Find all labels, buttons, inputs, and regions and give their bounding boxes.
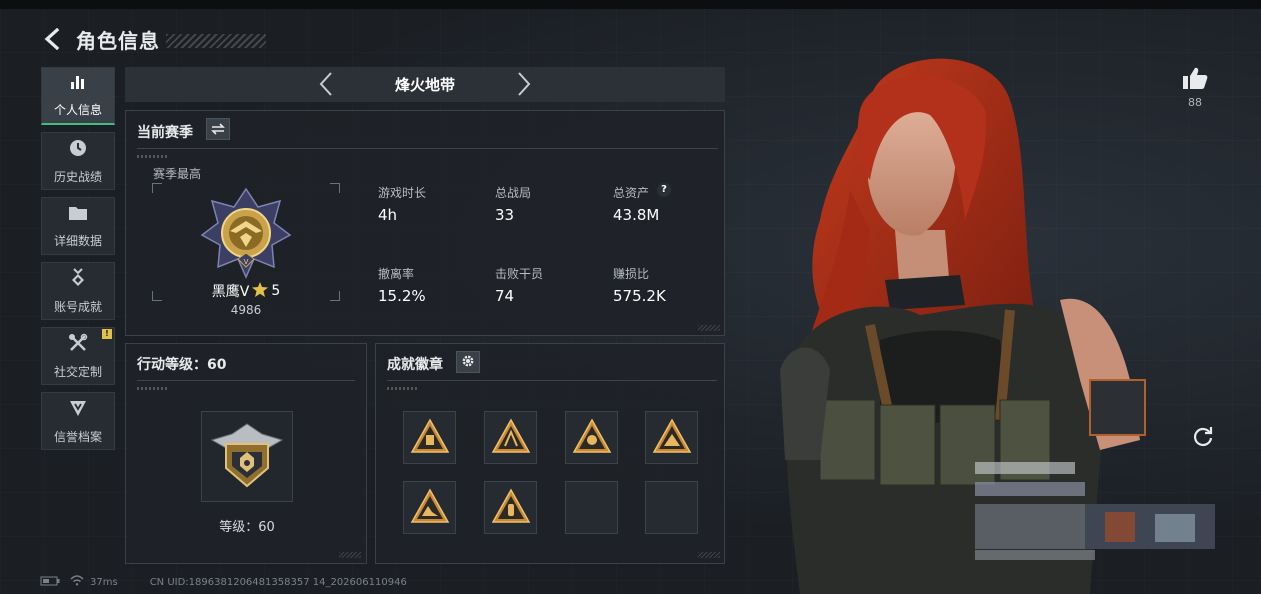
wifi-icon (70, 575, 84, 589)
uid-text: CN UID:1896381206481358357 14_2026061109… (149, 576, 407, 588)
action-level-title: 行动等级：60 (137, 357, 227, 373)
stat-label-matches: 总战局 (495, 186, 532, 200)
frame-corner (330, 183, 340, 193)
achievement-badge-3[interactable] (565, 411, 618, 464)
achievement-settings-button[interactable] (456, 351, 480, 373)
rank-name: 黑鹰V (211, 284, 250, 300)
panel-decoration (698, 552, 720, 558)
stat-label-extraction-rate: 撤离率 (378, 267, 415, 281)
divider (387, 380, 717, 381)
swap-icon (211, 120, 225, 139)
sidebar-item-label: 个人信息 (53, 103, 102, 117)
battery-icon (40, 576, 60, 589)
stat-label-playtime: 游戏时长 (378, 186, 427, 200)
achievement-warning-icon (652, 417, 692, 458)
stat-label-assets: 总资产 (613, 186, 650, 200)
rank-title: 黑鹰V 5 (152, 281, 340, 301)
notification-badge: ! (102, 329, 112, 339)
achievements-title: 成就徽章 (387, 357, 443, 373)
divider-decoration (387, 387, 417, 390)
like-button[interactable]: 88 (1180, 66, 1210, 109)
divider-decoration (137, 387, 167, 390)
sidebar-item-label: 详细数据 (53, 233, 102, 248)
back-arrow-icon[interactable] (40, 26, 66, 52)
achievement-slot-empty[interactable] (645, 481, 698, 534)
sidebar-item-label: 账号成就 (53, 299, 102, 314)
sidebar-item-achievements[interactable]: 账号成就 (41, 262, 115, 320)
season-selector: 烽火地带 (125, 67, 725, 102)
rank-points: 4986 (230, 303, 262, 317)
shield-icon (68, 398, 88, 422)
achievement-warning-icon (410, 417, 450, 458)
rotate-icon (1192, 425, 1214, 451)
rank-display: V 黑鹰V 5 (152, 183, 340, 301)
assets-help-icon[interactable]: ? (657, 183, 671, 197)
level-text: 等级：60 (219, 520, 275, 535)
sidebar-item-social[interactable]: ! 社交定制 (41, 327, 115, 385)
stat-value-profit-ratio: 575.2K (613, 287, 666, 305)
divider (137, 148, 718, 149)
sidebar-item-label: 信誉档案 (53, 429, 102, 444)
stat-label-profit-ratio: 赚损比 (613, 267, 650, 281)
achievement-badge-2[interactable] (484, 411, 537, 464)
achievement-badge-1[interactable] (403, 411, 456, 464)
sidebar-item-label: 社交定制 (53, 364, 102, 379)
top-strip (0, 0, 1261, 9)
stat-value-playtime: 4h (378, 206, 398, 224)
sidebar-item-label: 历史战绩 (53, 169, 102, 184)
page-title: 角色信息 (76, 28, 160, 53)
sidebar-item-history[interactable]: 历史战绩 (41, 132, 115, 190)
stat-value-extraction-rate: 15.2% (378, 287, 426, 305)
stat-value-kills: 74 (495, 287, 515, 305)
stat-value-assets: 43.8M (613, 206, 660, 224)
achievement-warning-icon (491, 417, 531, 458)
divider (137, 380, 355, 381)
panel-decoration (698, 325, 720, 331)
medal-icon (68, 267, 88, 292)
ping-text: 37ms (90, 576, 118, 588)
divider-decoration (137, 155, 167, 158)
achievement-warning-icon (491, 487, 531, 528)
blurred-overlay (975, 462, 1215, 562)
level-emblem-icon (208, 420, 286, 494)
action-level-panel: 行动等级：60 等级：60 (125, 343, 367, 564)
sidebar: 个人信息 历史战绩 详细数据 账号成就 ! 社交定制 信誉档案 (41, 67, 115, 457)
sidebar-item-details[interactable]: 详细数据 (41, 197, 115, 255)
sidebar-item-reputation[interactable]: 信誉档案 (41, 392, 115, 450)
level-emblem-frame (201, 411, 293, 502)
achievement-badge-5[interactable] (403, 481, 456, 534)
rank-emblem-icon: V (200, 187, 292, 283)
star-icon (252, 281, 269, 301)
current-season-title: 当前赛季 (137, 125, 193, 141)
achievement-badge-4[interactable] (645, 411, 698, 464)
page-header: 角色信息 (40, 24, 266, 54)
sidebar-item-profile[interactable]: 个人信息 (41, 67, 115, 125)
like-count: 88 (1188, 96, 1202, 109)
rotate-character-button[interactable] (1189, 424, 1217, 452)
bar-chart-icon (69, 73, 87, 95)
panel-decoration (339, 552, 361, 558)
clock-icon (68, 138, 88, 162)
next-season-button[interactable] (511, 71, 537, 97)
title-decoration (166, 34, 266, 48)
achievement-slot-empty[interactable] (565, 481, 618, 534)
stat-label-kills: 击败干员 (495, 267, 544, 281)
svg-text:V: V (244, 258, 249, 266)
gear-icon (461, 353, 475, 372)
status-footer: 37ms CN UID:1896381206481358357 14_20260… (40, 574, 407, 590)
achievement-warning-icon (410, 487, 450, 528)
thumbs-up-icon (1182, 67, 1208, 94)
rank-stars: 5 (271, 283, 281, 299)
season-best-label: 赛季最高 (153, 167, 202, 181)
prev-season-button[interactable] (313, 71, 339, 97)
season-name: 烽火地带 (394, 76, 455, 94)
switch-season-button[interactable] (206, 118, 230, 140)
folder-icon (68, 204, 88, 226)
frame-corner (152, 183, 162, 193)
achievement-badge-6[interactable] (484, 481, 537, 534)
achievement-warning-icon (572, 417, 612, 458)
tools-icon (68, 333, 88, 357)
stat-value-matches: 33 (495, 206, 515, 224)
